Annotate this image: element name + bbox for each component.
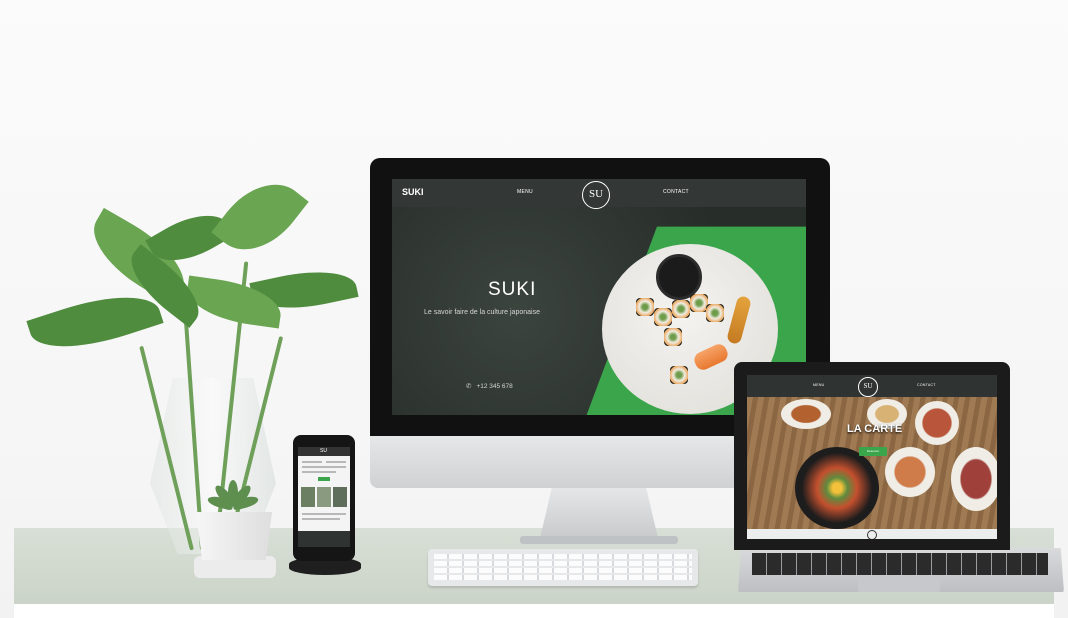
phone-text-line	[302, 461, 322, 463]
brand-link[interactable]: SUKI	[402, 187, 424, 197]
phone-text-line	[302, 513, 346, 515]
phone-screen: SU	[298, 447, 350, 547]
sushi-roll	[664, 328, 682, 346]
keyboard	[428, 549, 698, 586]
hero-subtitle: Le savoir faire de la culture japonaise	[424, 309, 540, 316]
phone-logo: SU	[320, 448, 327, 454]
laptop-screen: MENU SU CONTACT LA CARTE Reserver	[747, 375, 997, 539]
site-logo[interactable]: SU	[582, 181, 610, 209]
laptop-nav-menu-link[interactable]: MENU	[813, 383, 825, 387]
footer-logo-icon	[867, 530, 877, 539]
laptop-trackpad	[858, 578, 940, 592]
laptop-logo-text: SU	[863, 382, 873, 390]
plant-leaf	[211, 166, 309, 268]
sushi-roll	[654, 308, 672, 326]
phone-text-line	[302, 471, 336, 473]
sushi-roll	[672, 300, 690, 318]
sushi-roll	[636, 298, 654, 316]
hero-phone-number[interactable]: ✆ +12 345 678	[466, 382, 513, 390]
laptop-site-navbar: MENU SU CONTACT	[747, 375, 997, 397]
smartphone: SU	[293, 435, 355, 561]
keyboard-keys	[434, 554, 692, 581]
phone-footer	[298, 531, 350, 547]
sushi-roll	[706, 304, 724, 322]
laptop-nav-contact-link[interactable]: CONTACT	[917, 383, 936, 387]
laptop-site-footer	[747, 529, 997, 539]
hero-title: SUKI	[488, 279, 537, 300]
nav-menu-link[interactable]: MENU	[517, 189, 533, 195]
imac-foot	[520, 536, 678, 544]
phone-icon: ✆	[466, 383, 472, 390]
site-logo-text: SU	[588, 188, 604, 200]
phone-thumbnail	[317, 487, 331, 507]
nav-contact-link[interactable]: CONTACT	[663, 189, 689, 195]
sushi-roll	[670, 366, 688, 384]
food-bowl	[885, 447, 935, 497]
food-bowl	[951, 447, 997, 511]
phone-thumbnail	[301, 487, 315, 507]
desk-edge	[14, 604, 1054, 618]
phone-thumbnail	[333, 487, 347, 507]
workspace-scene: SU SUKI MENU SU CONTACT SUKI Le savoir f…	[0, 0, 1068, 618]
phone-text-line	[302, 466, 346, 468]
laptop: MENU SU CONTACT LA CARTE Reserver	[734, 362, 1010, 557]
food-bowl	[781, 399, 831, 429]
reserve-button[interactable]: Reserver	[859, 447, 887, 456]
salmon-nigiri	[691, 341, 731, 373]
phone-green-button[interactable]	[318, 477, 330, 481]
phone-site-header: SU	[298, 447, 350, 456]
site-navbar: SUKI MENU SU CONTACT	[392, 179, 806, 209]
tempura-roll	[726, 295, 752, 345]
white-pot	[196, 512, 272, 560]
food-bowl	[915, 401, 959, 445]
bibimbap-bowl	[795, 447, 879, 529]
laptop-site-logo[interactable]: SU	[858, 377, 878, 397]
phone-text-line	[326, 461, 346, 463]
phone-number-text: +12 345 678	[476, 383, 513, 390]
laptop-hero-title: LA CARTE	[847, 423, 903, 435]
imac-stand	[540, 488, 658, 538]
phone-text-line	[302, 518, 340, 520]
